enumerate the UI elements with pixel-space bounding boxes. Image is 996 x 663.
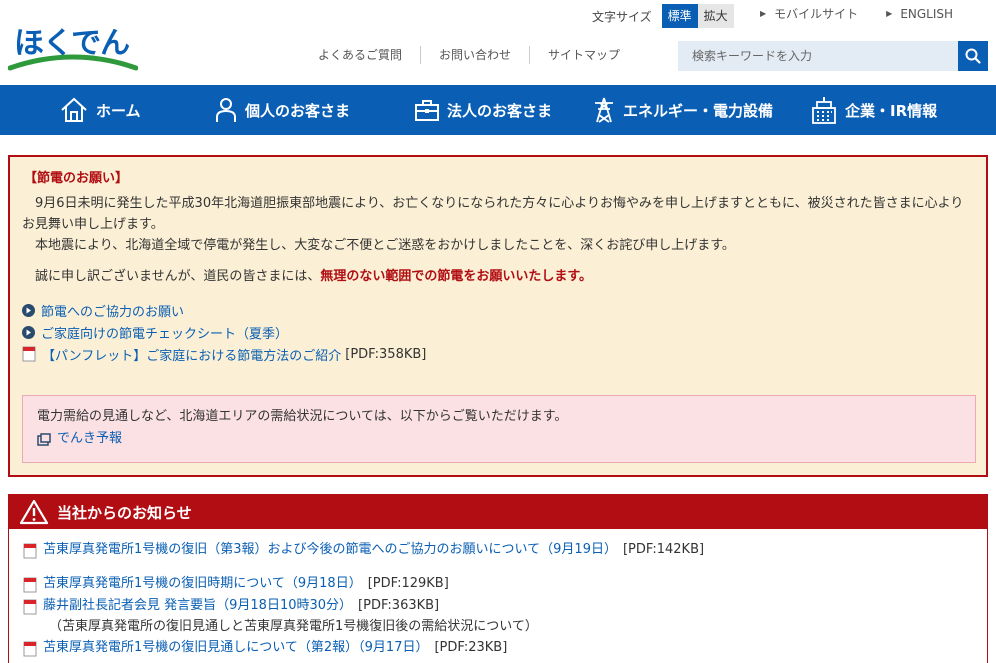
link3-filesize: [PDF:358KB] xyxy=(345,346,427,362)
news-item-subtitle: （苫東厚真発電所の復旧見通しと苫東厚真発電所1号機復旧後の需給状況について） xyxy=(49,619,538,634)
nav-corporate[interactable]: 企業・IR情報 xyxy=(811,85,971,135)
font-size-label: 文字サイズ xyxy=(592,9,652,24)
triangle-right-icon: ▶ xyxy=(760,9,767,18)
pdf-icon xyxy=(23,577,37,593)
news-item-filesize: [PDF:129KB] xyxy=(367,576,449,591)
nav-business-label: 法人のお客さま xyxy=(447,101,553,120)
site-header: ほくでん 文字サイズ 標準 拡大 ▶ モバイルサイト ▶ ENGLISH よくあるご… xyxy=(0,0,996,85)
news-item[interactable]: 藤井副社長記者会見 発言要旨（9月18日10時30分） [PDF:363KB] xyxy=(23,595,987,617)
circle-arrow-icon xyxy=(22,325,35,339)
utility-links: よくあるご質問 お問い合わせ サイトマップ xyxy=(300,46,638,64)
news-item-filesize: [PDF:23KB] xyxy=(434,640,508,655)
news-gap xyxy=(23,561,987,573)
english-link[interactable]: ▶ ENGLISH xyxy=(886,5,953,22)
notice-paragraph-3-strong: 無理のない範囲での節電をお願いいたします。 xyxy=(320,269,593,284)
denki-yoho-link[interactable]: でんき予報 xyxy=(37,428,961,450)
nav-personal[interactable]: 個人のお客さま xyxy=(215,85,415,135)
notice-paragraph-2: 本地震により、北海道全域で停電が発生し、大変なご不便とご迷惑をおかけしましたこと… xyxy=(35,238,735,253)
font-size-switcher: 文字サイズ 標準 拡大 xyxy=(592,4,734,28)
supply-status-box: 電力需給の見通しなど、北海道エリアの需給状況については、以下からご覧いただけます… xyxy=(22,395,976,463)
contact-link[interactable]: お問い合わせ xyxy=(421,46,531,64)
news-item-filesize: [PDF:363KB] xyxy=(358,598,440,613)
sitemap-link[interactable]: サイトマップ xyxy=(530,46,638,64)
english-label: ENGLISH xyxy=(900,6,954,21)
notice-links: 節電へのご協力のお願い ご家庭向けの節電チェックシート（夏季） 【パンフレット】… xyxy=(22,299,974,365)
warning-icon xyxy=(19,499,49,525)
mobile-site-label: モバイルサイト xyxy=(774,7,859,21)
nav-corporate-label: 企業・IR情報 xyxy=(845,101,938,120)
checksheet-link[interactable]: ご家庭向けの節電チェックシート（夏季） xyxy=(22,321,974,343)
link1-label: 節電へのご協力のお願い xyxy=(41,304,185,320)
nav-personal-label: 個人のお客さま xyxy=(245,101,351,120)
power-saving-notice: 【節電のお願い】 9月6日未明に発生した平成30年北海道胆振東部地震により、お亡… xyxy=(8,155,988,477)
triangle-right-icon: ▶ xyxy=(886,9,893,18)
news-item-text: 苫東厚真発電所1号機の復旧（第3報）および今後の節電へのご協力のお願いについて（… xyxy=(43,542,617,557)
news-item-text: 藤井副社長記者会見 発言要旨（9月18日10時30分） xyxy=(43,598,353,613)
news-item[interactable]: 苫東厚真発電所1号機の復旧（第3報）および今後の節電へのご協力のお願いについて（… xyxy=(23,539,987,561)
building-icon xyxy=(812,97,836,124)
news-header: 当社からのお知らせ xyxy=(9,495,987,529)
notice-paragraph-3: 誠に申し訳ございませんが、道民の皆さまには、無理のない範囲での節電をお願いいたし… xyxy=(22,266,974,287)
supply-status-text: 電力需給の見通しなど、北海道エリアの需給状況については、以下からご覧いただけます… xyxy=(37,409,568,424)
link2-label: ご家庭向けの節電チェックシート（夏季） xyxy=(41,326,289,342)
font-size-large-button[interactable]: 拡大 xyxy=(697,4,734,28)
person-icon xyxy=(216,98,236,122)
power-tower-icon xyxy=(595,97,613,123)
notice-paragraph-3-prefix: 誠に申し訳ございませんが、道民の皆さまには、 xyxy=(35,269,321,284)
news-item[interactable]: 苫東厚真発電所1号機の復旧見通しについて（第2報）（9月17日） [PDF:23… xyxy=(23,637,987,659)
power-saving-cooperation-link[interactable]: 節電へのご協力のお願い xyxy=(22,299,974,321)
nav-energy[interactable]: エネルギー・電力設備 xyxy=(593,85,811,135)
news-item[interactable]: 苫東厚真発電所1号機の復旧時期について（9月18日） [PDF:129KB] xyxy=(23,573,987,595)
notice-title: 【節電のお願い】 xyxy=(24,171,129,186)
pdf-icon xyxy=(22,346,36,362)
top-links: ▶ モバイルサイト ▶ ENGLISH xyxy=(760,5,981,22)
pdf-icon xyxy=(23,599,37,615)
mobile-site-link[interactable]: ▶ モバイルサイト xyxy=(760,5,858,22)
nav-home[interactable]: ホーム xyxy=(60,85,215,135)
news-item-filesize: [PDF:142KB] xyxy=(622,542,705,557)
company-news: 当社からのお知らせ 苫東厚真発電所1号機の復旧（第3報）および今後の節電へのご協… xyxy=(8,494,988,663)
external-window-icon xyxy=(37,432,51,446)
font-size-standard-button[interactable]: 標準 xyxy=(661,4,698,28)
logo-arc-icon xyxy=(8,54,138,71)
pdf-icon xyxy=(23,641,37,657)
pamphlet-link[interactable]: 【パンフレット】ご家庭における節電方法のご紹介 [PDF:358KB] xyxy=(22,343,974,365)
search-bar xyxy=(678,41,988,71)
hokuden-logo[interactable]: ほくでん xyxy=(8,18,138,74)
circle-arrow-icon xyxy=(22,303,35,317)
pdf-icon xyxy=(23,543,37,559)
link3-label: 【パンフレット】ご家庭における節電方法のご紹介 xyxy=(42,348,342,364)
briefcase-icon xyxy=(415,100,439,121)
global-nav: ホーム 個人のお客さま 法人のお客さま エネルギー・電力設備 企業・IR情報 xyxy=(0,85,996,135)
faq-link[interactable]: よくあるご質問 xyxy=(300,46,422,64)
news-item-text: 苫東厚真発電所1号機の復旧見通しについて（第2報）（9月17日） xyxy=(43,640,429,655)
news-list: 苫東厚真発電所1号機の復旧（第3報）および今後の節電へのご協力のお願いについて（… xyxy=(9,529,987,659)
news-item-text: 苫東厚真発電所1号機の復旧時期について（9月18日） xyxy=(43,576,362,591)
search-icon xyxy=(965,48,981,64)
nav-home-label: ホーム xyxy=(96,101,141,120)
search-input[interactable] xyxy=(678,41,958,71)
notice-paragraph-1: 9月6日未明に発生した平成30年北海道胆振東部地震により、お亡くなりになられた方… xyxy=(22,196,964,232)
nav-energy-label: エネルギー・電力設備 xyxy=(623,101,774,120)
denki-yoho-label: でんき予報 xyxy=(57,431,123,446)
nav-business[interactable]: 法人のお客さま xyxy=(415,85,593,135)
news-title: 当社からのお知らせ xyxy=(57,503,192,522)
search-button[interactable] xyxy=(958,41,988,71)
home-icon xyxy=(61,97,87,122)
